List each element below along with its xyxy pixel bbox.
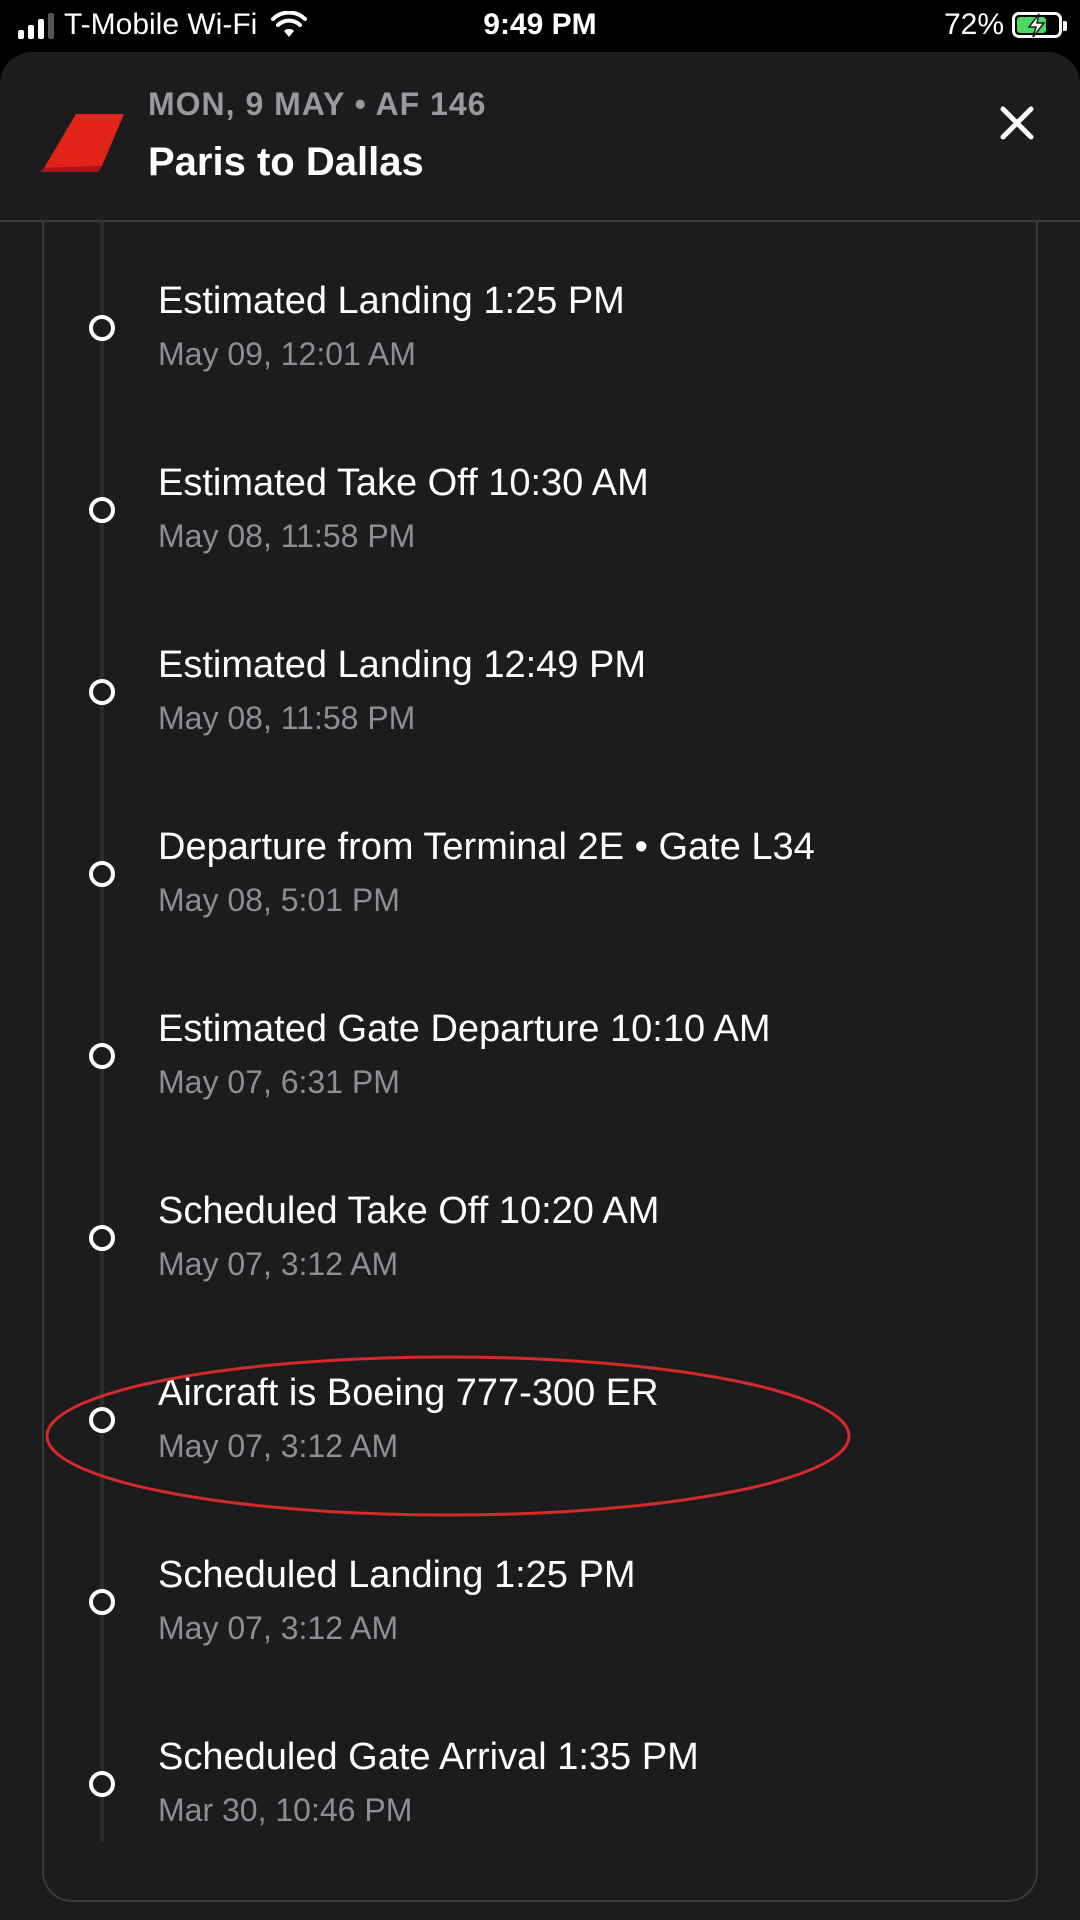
event-time: May 07, 3:12 AM (158, 1246, 399, 1282)
event-title: Departure from Terminal 2E • Gate L34 (158, 826, 815, 868)
event-time: May 09, 12:01 AM (158, 336, 416, 372)
airline-logo-icon (40, 114, 124, 172)
event-title: Estimated Gate Departure 10:10 AM (158, 1008, 771, 1050)
status-bar: T-Mobile Wi-Fi 9:49 PM 72% (0, 0, 1080, 52)
timeline-dot-icon (89, 1589, 115, 1615)
timeline-event: Scheduled Gate Arrival 1:35 PM Mar 30, 1… (44, 1724, 1034, 1864)
event-title: Aircraft is Boeing 777-300 ER (158, 1372, 659, 1414)
timeline-dot-icon (89, 1407, 115, 1433)
close-button[interactable] (992, 98, 1042, 148)
event-title: Scheduled Take Off 10:20 AM (158, 1190, 660, 1232)
timeline-event: Estimated Landing 12:49 PM May 08, 11:58… (44, 632, 1034, 772)
route-title: Paris to Dallas (148, 140, 424, 184)
event-title: Estimated Take Off 10:30 AM (158, 462, 649, 504)
event-title: Estimated Landing 12:49 PM (158, 644, 646, 686)
timeline-event: Scheduled Take Off 10:20 AM May 07, 3:12… (44, 1178, 1034, 1318)
event-time: May 08, 11:58 PM (158, 700, 416, 736)
charging-bolt-icon (1027, 13, 1046, 38)
timeline-event: Aircraft is Boeing 777-300 ER May 07, 3:… (44, 1360, 1034, 1500)
timeline-dot-icon (89, 1225, 115, 1251)
timeline-event: Scheduled Landing 1:25 PM May 07, 3:12 A… (44, 1542, 1034, 1682)
timeline-event: Estimated Gate Departure 10:10 AM May 07… (44, 996, 1034, 1136)
timeline-card: Estimated Landing 1:25 PM May 09, 12:01 … (42, 222, 1038, 1902)
event-time: May 08, 5:01 PM (158, 882, 400, 918)
event-time: Mar 30, 10:46 PM (158, 1792, 413, 1828)
event-time: May 07, 3:12 AM (158, 1610, 399, 1646)
timeline-event: Estimated Take Off 10:30 AM May 08, 11:5… (44, 450, 1034, 590)
timeline-event: Estimated Landing 1:25 PM May 09, 12:01 … (44, 268, 1034, 408)
timeline-dot-icon (89, 861, 115, 887)
status-right: 72% (943, 8, 1067, 42)
event-time: May 07, 3:12 AM (158, 1428, 399, 1464)
close-icon (1000, 106, 1034, 140)
event-time: May 07, 6:31 PM (158, 1064, 400, 1100)
event-title: Scheduled Gate Arrival 1:35 PM (158, 1736, 699, 1778)
timeline-dot-icon (89, 315, 115, 341)
timeline-dot-icon (89, 1771, 115, 1797)
event-title: Scheduled Landing 1:25 PM (158, 1554, 636, 1596)
status-time: 9:49 PM (483, 8, 597, 41)
battery-icon (1012, 12, 1067, 38)
sheet-header: MON, 9 MAY • AF 146 Paris to Dallas (0, 52, 1080, 222)
timeline-dot-icon (89, 679, 115, 705)
event-time: May 08, 11:58 PM (158, 518, 416, 554)
timeline-dot-icon (89, 1043, 115, 1069)
timeline-dot-icon (89, 497, 115, 523)
event-title: Estimated Landing 1:25 PM (158, 280, 625, 322)
flight-sheet: MON, 9 MAY • AF 146 Paris to Dallas Esti… (0, 52, 1080, 1920)
flight-date-number: MON, 9 MAY • AF 146 (148, 86, 487, 122)
battery-percent: 72% (943, 8, 1004, 41)
timeline-event: Departure from Terminal 2E • Gate L34 Ma… (44, 814, 1034, 954)
